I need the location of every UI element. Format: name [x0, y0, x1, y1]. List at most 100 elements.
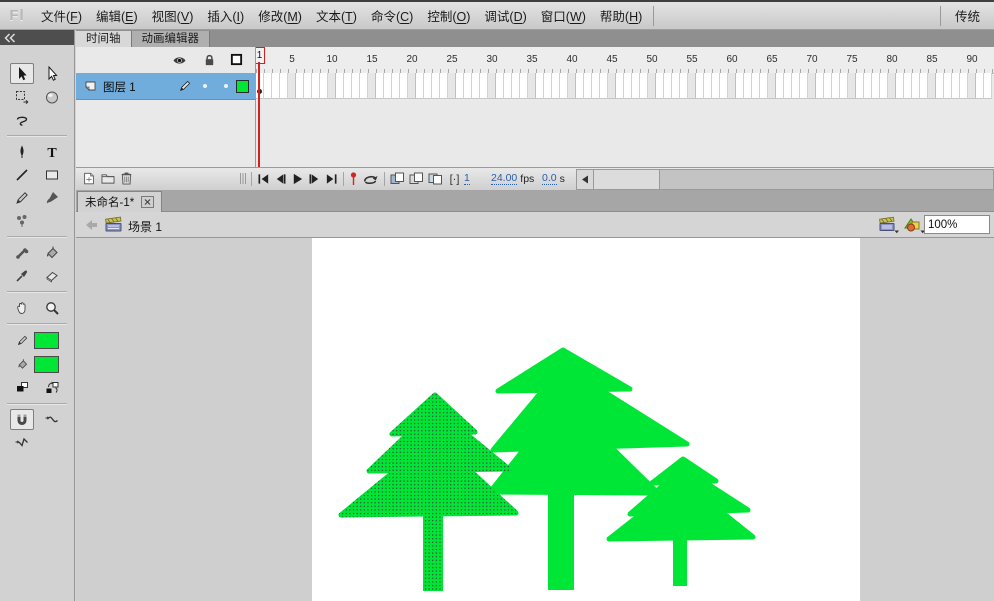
frame-cell[interactable]	[552, 73, 560, 99]
brush-tool[interactable]	[40, 187, 64, 208]
frame-cell[interactable]	[800, 73, 808, 99]
frame-cell[interactable]	[264, 73, 272, 99]
frame-cell[interactable]	[448, 73, 456, 99]
frame-cell[interactable]	[856, 73, 864, 99]
frame-cell[interactable]	[600, 73, 608, 99]
zoom-level-input[interactable]	[924, 215, 990, 234]
frame-cell[interactable]	[512, 73, 520, 99]
frame-cell[interactable]	[696, 73, 704, 99]
black-white-button[interactable]	[10, 377, 34, 398]
frame-cell[interactable]	[880, 73, 888, 99]
frame-cell[interactable]	[416, 73, 424, 99]
frame-cell[interactable]	[464, 73, 472, 99]
menu-item[interactable]: 帮助(H)	[593, 6, 649, 25]
frame-cell[interactable]	[648, 73, 656, 99]
frame-cell[interactable]	[760, 73, 768, 99]
layer-outline-color-swatch[interactable]	[236, 80, 249, 93]
frame-cell[interactable]	[728, 73, 736, 99]
menu-item[interactable]: 插入(I)	[200, 6, 251, 25]
panel-grip[interactable]	[239, 172, 248, 185]
scroll-left-button[interactable]	[577, 170, 594, 189]
lasso-tool[interactable]	[10, 109, 34, 130]
pen-tool[interactable]	[10, 141, 34, 162]
scrollbar-thumb[interactable]	[594, 170, 660, 189]
frame-cell[interactable]	[720, 73, 728, 99]
go-to-first-frame-button[interactable]	[255, 173, 272, 185]
collapse-panel-icon[interactable]	[3, 32, 17, 43]
frame-cell[interactable]	[808, 73, 816, 99]
frame-cell[interactable]	[440, 73, 448, 99]
deco-tool[interactable]	[10, 210, 34, 231]
tree-selected[interactable]	[338, 392, 519, 591]
frame-cell[interactable]	[960, 73, 968, 99]
menu-item[interactable]: 文本(T)	[309, 6, 364, 25]
bone-tool[interactable]	[10, 242, 34, 263]
document-tab-label[interactable]: 未命名-1*	[85, 194, 134, 210]
frame-cell[interactable]	[376, 73, 384, 99]
frame-cell[interactable]	[832, 73, 840, 99]
frame-cell[interactable]	[824, 73, 832, 99]
frame-cell[interactable]	[432, 73, 440, 99]
edit-symbol-button[interactable]	[902, 216, 926, 234]
frame-cell[interactable]	[744, 73, 752, 99]
onion-skin-outlines-button[interactable]	[407, 172, 426, 185]
stage[interactable]	[312, 238, 860, 601]
frame-cell[interactable]	[936, 73, 944, 99]
frame-cell[interactable]	[328, 73, 336, 99]
subselection-tool[interactable]	[40, 63, 64, 84]
step-forward-button[interactable]	[306, 173, 323, 185]
frame-cell[interactable]	[784, 73, 792, 99]
close-document-icon[interactable]	[141, 196, 155, 208]
frame-cell[interactable]	[608, 73, 616, 99]
current-frame-value[interactable]: 1	[464, 172, 470, 185]
delete-layer-button[interactable]	[118, 171, 135, 186]
frame-cell[interactable]	[864, 73, 872, 99]
show-hide-all-layers-icon[interactable]	[172, 55, 187, 66]
frame-cell[interactable]	[496, 73, 504, 99]
selection-tool[interactable]	[10, 63, 34, 84]
frame-cell[interactable]	[424, 73, 432, 99]
loop-playback-button[interactable]	[360, 173, 381, 185]
onion-skin-button[interactable]	[388, 172, 407, 185]
snap-to-objects-toggle[interactable]	[10, 409, 34, 430]
go-to-last-frame-button[interactable]	[323, 173, 340, 185]
frame-cell[interactable]	[528, 73, 536, 99]
frame-cell[interactable]	[640, 73, 648, 99]
eraser-tool[interactable]	[40, 265, 64, 286]
frame-cell[interactable]	[392, 73, 400, 99]
playhead-line[interactable]	[258, 62, 260, 168]
frame-cell[interactable]	[792, 73, 800, 99]
frame-cell[interactable]	[272, 73, 280, 99]
frame-cell[interactable]	[736, 73, 744, 99]
frame-cell[interactable]	[656, 73, 664, 99]
stroke-color-swatch[interactable]	[33, 331, 59, 349]
menu-item[interactable]: 文件(F)	[34, 6, 89, 25]
menu-item[interactable]: 调试(D)	[477, 6, 533, 25]
frame-cell[interactable]	[576, 73, 584, 99]
paint-bucket-tool[interactable]	[40, 242, 64, 263]
frame-cell[interactable]	[616, 73, 624, 99]
frame-cell[interactable]	[704, 73, 712, 99]
frame-cell[interactable]	[848, 73, 856, 99]
frame-cell[interactable]	[920, 73, 928, 99]
frame-cell[interactable]	[280, 73, 288, 99]
frame-cell[interactable]	[904, 73, 912, 99]
frame-cell[interactable]	[976, 73, 984, 99]
modify-markers-button[interactable]: [·]	[445, 172, 464, 186]
outline-all-layers-icon[interactable]	[230, 53, 243, 66]
free-transform-tool[interactable]	[10, 86, 34, 107]
frame-cell[interactable]	[680, 73, 688, 99]
tools-panel-header[interactable]	[0, 30, 74, 45]
frame-cell[interactable]	[320, 73, 328, 99]
frame-cell[interactable]	[544, 73, 552, 99]
back-arrow-icon[interactable]	[84, 219, 98, 231]
frame-cell[interactable]	[592, 73, 600, 99]
frame-cell[interactable]	[536, 73, 544, 99]
frame-cell[interactable]	[336, 73, 344, 99]
edit-scene-button[interactable]	[878, 216, 900, 234]
frame-cell[interactable]	[968, 73, 976, 99]
frame-cell[interactable]	[928, 73, 936, 99]
3d-rotation-tool[interactable]	[40, 86, 64, 107]
scene-label[interactable]: 场景 1	[128, 218, 162, 235]
frame-cell[interactable]	[296, 73, 304, 99]
